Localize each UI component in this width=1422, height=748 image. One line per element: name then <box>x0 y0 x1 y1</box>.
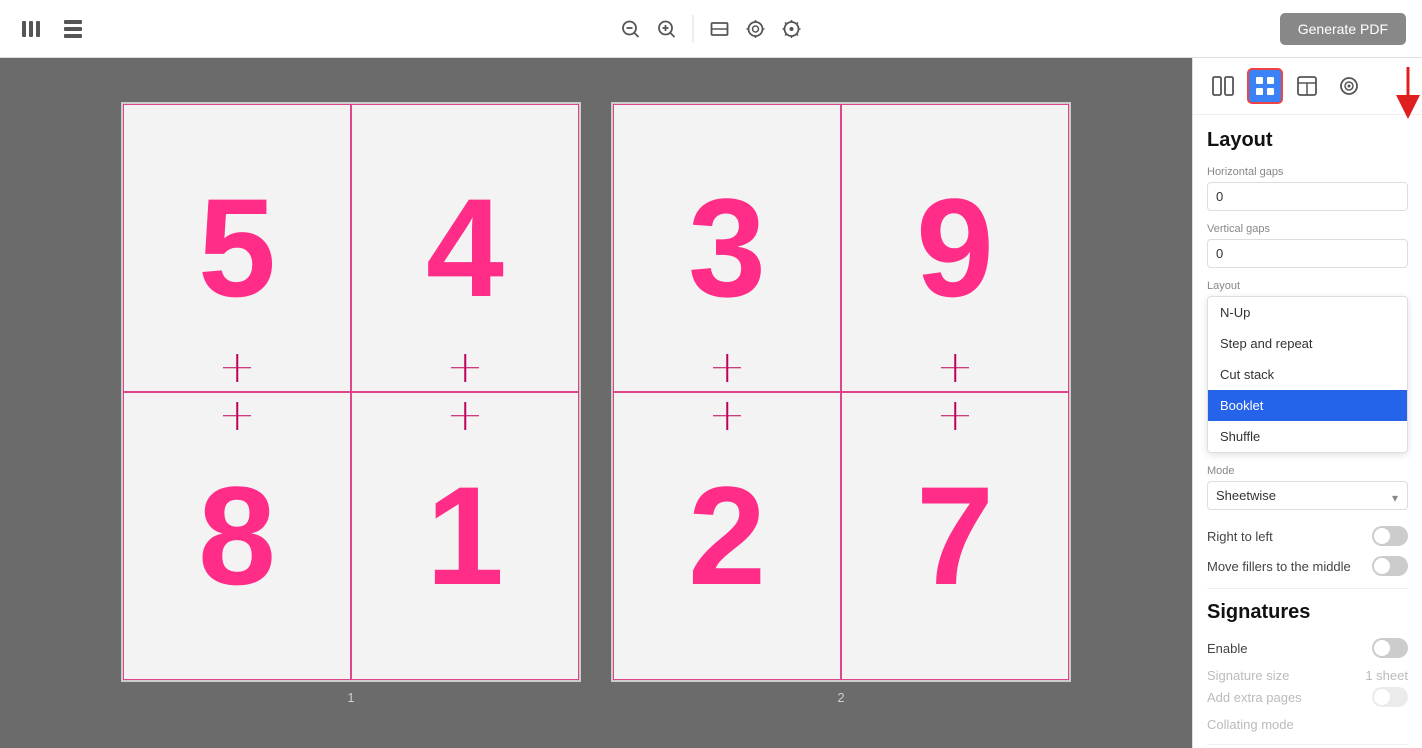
reg-mark-top-right-bottom <box>450 401 480 431</box>
page-2: 3 9 <box>611 102 1071 682</box>
fit-all-button[interactable] <box>778 15 806 43</box>
fit-width-button[interactable] <box>706 15 734 43</box>
number-7: 7 <box>916 466 994 606</box>
cell-bottom-right: 1 <box>351 392 579 680</box>
dropdown-item-booklet[interactable]: Booklet <box>1208 390 1407 421</box>
reg-mark-bottom-right-top <box>450 353 480 383</box>
canvas-area: 5 4 <box>0 58 1192 748</box>
number-2: 2 <box>688 466 766 606</box>
cell-top-right: 4 <box>351 104 579 392</box>
move-fillers-row: Move fillers to the middle <box>1207 556 1408 576</box>
signature-size-value: 1 sheet <box>1365 668 1408 683</box>
page-1: 5 4 <box>121 102 581 682</box>
reg-mark-2-bottom-left <box>712 353 742 383</box>
cell-2-bottom-left: 2 <box>613 392 841 680</box>
number-9: 9 <box>916 178 994 318</box>
rows-layout-button[interactable] <box>58 14 88 44</box>
mode-select-wrapper: Sheetwise Work and turn Work and tumble <box>1207 481 1408 514</box>
main-toolbar: Generate PDF <box>0 0 1422 58</box>
signatures-enable-row: Enable <box>1207 638 1408 658</box>
vertical-gaps-input[interactable] <box>1207 239 1408 268</box>
toolbar-left <box>16 14 88 44</box>
zoom-in-button[interactable] <box>653 15 681 43</box>
signature-size-label: Signature size <box>1207 668 1289 683</box>
signatures-section-title: Signatures <box>1207 601 1408 624</box>
fit-page-button[interactable] <box>742 15 770 43</box>
generate-pdf-button[interactable]: Generate PDF <box>1280 13 1406 45</box>
cell-2-bottom-right: 7 <box>841 392 1069 680</box>
main-content: 5 4 <box>0 58 1422 748</box>
number-3: 3 <box>688 178 766 318</box>
cell-2-top-left: 3 <box>613 104 841 392</box>
columns-layout-button[interactable] <box>16 14 46 44</box>
page-2-wrapper: 3 9 <box>611 102 1071 705</box>
pages-container: 5 4 <box>121 102 1071 705</box>
zoom-out-button[interactable] <box>617 15 645 43</box>
reg-mark-2-top-left-bottom <box>712 401 742 431</box>
dropdown-item-nup[interactable]: N-Up <box>1208 297 1407 328</box>
add-extra-pages-label: Add extra pages <box>1207 690 1302 705</box>
panel-icon-columns[interactable] <box>1205 68 1241 104</box>
horizontal-gaps-input[interactable] <box>1207 182 1408 211</box>
signatures-enable-label: Enable <box>1207 641 1247 656</box>
cell-2-top-right: 9 <box>841 104 1069 392</box>
section-divider-1 <box>1207 588 1408 589</box>
layout-dropdown[interactable]: N-Up Step and repeat Cut stack Booklet S… <box>1207 296 1408 453</box>
reg-mark-bottom-left <box>222 353 252 383</box>
toolbar-divider <box>693 15 694 43</box>
dropdown-item-shuffle[interactable]: Shuffle <box>1208 421 1407 452</box>
page-2-label: 2 <box>837 690 844 705</box>
toolbar-right: Generate PDF <box>1280 13 1406 45</box>
collating-mode-label: Collating mode <box>1207 717 1294 732</box>
add-extra-pages-row: Add extra pages <box>1207 687 1408 707</box>
mode-select[interactable]: Sheetwise Work and turn Work and tumble <box>1207 481 1408 510</box>
right-panel: Layout Horizontal gaps Vertical gaps Lay… <box>1192 58 1422 748</box>
signature-size-row: Signature size 1 sheet <box>1207 668 1408 683</box>
right-to-left-toggle[interactable] <box>1372 526 1408 546</box>
page-1-label: 1 <box>347 690 354 705</box>
number-1: 1 <box>426 466 504 606</box>
move-fillers-label: Move fillers to the middle <box>1207 559 1351 574</box>
dropdown-item-step-repeat[interactable]: Step and repeat <box>1208 328 1407 359</box>
toolbar-center <box>617 15 806 43</box>
number-8: 8 <box>198 466 276 606</box>
cell-top-left: 5 <box>123 104 351 392</box>
collating-mode-row: Collating mode <box>1207 717 1408 732</box>
panel-icon-bar <box>1193 58 1422 115</box>
cell-bottom-left: 8 <box>123 392 351 680</box>
number-4: 4 <box>426 178 504 318</box>
right-to-left-row: Right to left <box>1207 526 1408 546</box>
reg-mark-2-top-right-bottom <box>940 401 970 431</box>
vertical-gaps-label: Vertical gaps <box>1207 223 1408 235</box>
panel-icon-target[interactable] <box>1331 68 1367 104</box>
section-divider-2 <box>1207 744 1408 745</box>
page-1-wrapper: 5 4 <box>121 102 581 705</box>
layout-field-label: Layout <box>1207 280 1408 292</box>
panel-icon-grid[interactable] <box>1247 68 1283 104</box>
reg-mark-2-bottom-right-top <box>940 353 970 383</box>
add-extra-pages-toggle[interactable] <box>1372 687 1408 707</box>
dropdown-item-cut-stack[interactable]: Cut stack <box>1208 359 1407 390</box>
layout-section-title: Layout <box>1207 129 1408 152</box>
panel-content: Layout Horizontal gaps Vertical gaps Lay… <box>1193 115 1422 748</box>
signatures-enable-toggle[interactable] <box>1372 638 1408 658</box>
move-fillers-toggle[interactable] <box>1372 556 1408 576</box>
number-5: 5 <box>198 178 276 318</box>
reg-mark-top-left-bottom <box>222 401 252 431</box>
mode-label: Mode <box>1207 465 1408 477</box>
horizontal-gaps-label: Horizontal gaps <box>1207 166 1408 178</box>
panel-icon-table[interactable] <box>1289 68 1325 104</box>
right-to-left-label: Right to left <box>1207 529 1273 544</box>
